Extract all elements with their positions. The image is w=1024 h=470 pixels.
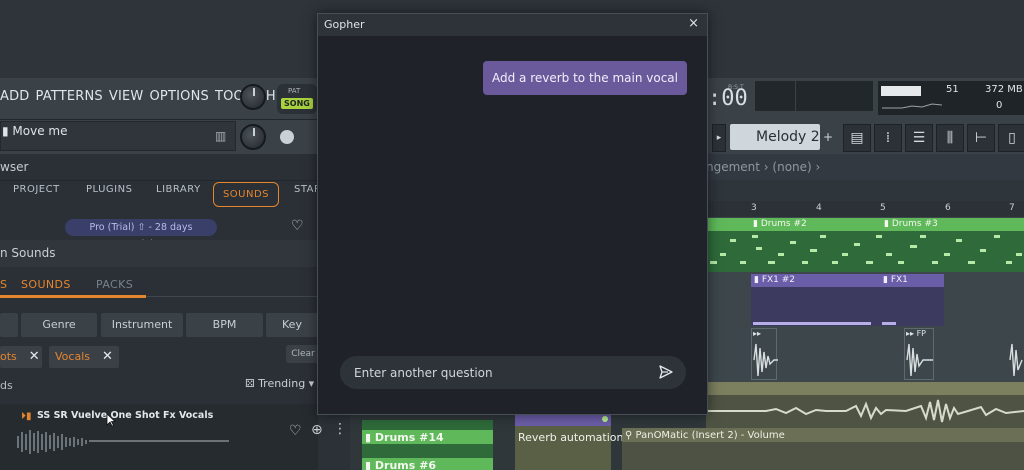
chat-input[interactable] [354,356,644,389]
chip-vocals[interactable]: Vocals ✕ [49,346,119,368]
chat-input-container [340,356,686,389]
piano-roll-icon[interactable]: ⁞ [874,124,902,152]
clip-header [1001,218,1024,231]
pattern-selector[interactable]: Melody 2 [730,124,820,150]
subtab-s[interactable]: S [0,278,7,291]
trash-icon[interactable]: ▥ [215,129,226,143]
ruler-bar: 4 [816,203,822,213]
clip-label: ⚲ PanOMatic (Insert 2) - Volume [625,430,785,441]
master-volume-knob[interactable] [240,84,266,110]
prev-pattern-button[interactable]: ▸ [712,124,726,152]
trial-badge[interactable]: Pro (Trial) ⇧ - 28 days remaining [65,219,217,250]
mouse-cursor [106,412,117,427]
subtab-packs[interactable]: PACKS [96,278,133,291]
close-icon[interactable]: × [688,16,699,31]
ruler-bar: 3 [751,203,757,213]
hint-text: ▮ Move me [2,124,68,138]
tab-project[interactable]: PROJECT [13,184,60,195]
filter-key[interactable]: Key [266,313,318,337]
arrangement-overview[interactable] [706,180,1024,201]
pat-label: PAT [288,87,301,95]
menu-add[interactable]: ADD [0,89,30,104]
clip-label: ▮ Drums #6 [365,459,436,470]
ruler-bar: 5 [880,203,886,213]
automation-point[interactable] [602,416,608,422]
tab-sounds[interactable]: SOUNDS [213,182,279,207]
divider [0,180,318,181]
play-icon[interactable]: ⏵▮ [21,411,32,422]
divider [146,296,318,297]
cpu-graph [882,103,942,109]
note-bar [753,322,871,325]
ram-value: 372 MB [985,84,1023,95]
tab-library[interactable]: LIBRARY [156,184,201,195]
channel-rack-icon[interactable]: ☰ [905,124,933,152]
tab-plugins[interactable]: PLUGINS [86,184,132,195]
add-icon[interactable]: ⊕ [311,422,323,438]
clip-label: Reverb automation [518,431,624,444]
gopher-dialog: Gopher × Add a reverb to the main vocal [317,13,708,415]
menu-view[interactable]: VIEW [109,89,144,104]
ruler-bar: 6 [945,203,951,213]
tempo-display[interactable] [755,81,795,111]
menu-options[interactable]: OPTIONS [150,89,209,104]
dialog-titlebar[interactable]: Gopher × [318,14,707,36]
clip-label: ▮ Drums #14 [365,431,444,444]
section-title: n Sounds [0,246,56,260]
clip-label: ▸▸ FP [906,329,927,338]
menu-patterns[interactable]: PATTERNS [36,89,103,104]
dialog-title: Gopher [324,18,365,31]
note-pattern [710,235,1022,264]
heart-icon[interactable]: ♡ [289,423,302,439]
song-time[interactable]: :00 [708,86,748,111]
plugin-picker-icon[interactable]: ⊢ [967,124,995,152]
clear-button[interactable]: Clear [286,345,320,363]
audio-waveform [906,343,933,377]
send-icon[interactable] [658,364,674,380]
heart-icon[interactable]: ♡ [291,218,304,234]
filter-button[interactable] [0,313,18,337]
more-icon[interactable]: ⋮ [333,421,347,437]
filter-instrument[interactable]: Instrument [101,313,183,337]
clip-label: ▮ Drums #2 [753,219,807,229]
clip-label: ▮ FX1 #2 [754,275,796,285]
close-icon[interactable]: ✕ [29,349,40,364]
app-window: ADD PATTERNS VIEW OPTIONS TOOLS HELP PAT… [0,0,1024,470]
song-label[interactable]: SONG [281,98,313,109]
note-bar [882,322,896,325]
sort-dropdown[interactable]: ⚄ Trending ▾ [245,377,314,390]
clip-label: ▸▸ [753,329,762,338]
vocal-waveform [706,399,1024,423]
user-message-bubble: Add a reverb to the main vocal [482,61,687,95]
ruler-bar: 7 [1009,203,1015,213]
chip-shots[interactable]: ots ✕ [0,346,42,368]
project-browser-icon[interactable]: ▯ [998,124,1024,152]
subtab-sounds[interactable]: SOUNDS [21,278,71,291]
sound-name[interactable]: SS SR Vuelve One Shot Fx Vocals [37,410,213,421]
cpu-value: 51 [946,84,959,95]
cpu-meter [881,86,921,96]
playlist-icon[interactable]: ▤ [843,124,871,152]
add-pattern-button[interactable]: + [821,124,835,152]
voices-value: 0 [996,100,1003,111]
slider-handle[interactable] [280,130,294,144]
audio-waveform [1009,343,1023,377]
arrangement-title[interactable]: ngement › (none) › [706,160,820,174]
browser-title: wser [0,160,29,174]
filter-bpm[interactable]: BPM [186,313,263,337]
main-menubar: ADD PATTERNS VIEW OPTIONS TOOLS HELP [0,78,318,120]
monitor-display [796,81,873,111]
close-icon[interactable]: ✕ [102,349,113,364]
clip-header [515,414,611,426]
clip-label: ▮ FX1 [883,275,908,285]
clip-label: ▮ Drums #3 [884,219,938,229]
audio-waveform [753,343,778,377]
sound-waveform[interactable] [12,428,282,456]
filter-genre[interactable]: Genre [21,313,97,337]
results-label: ds [0,379,13,392]
master-pitch-knob[interactable] [240,124,266,150]
active-subtab-indicator [0,295,146,298]
mixer-icon[interactable]: ⫼ [936,124,964,152]
clip-header [706,382,1024,395]
